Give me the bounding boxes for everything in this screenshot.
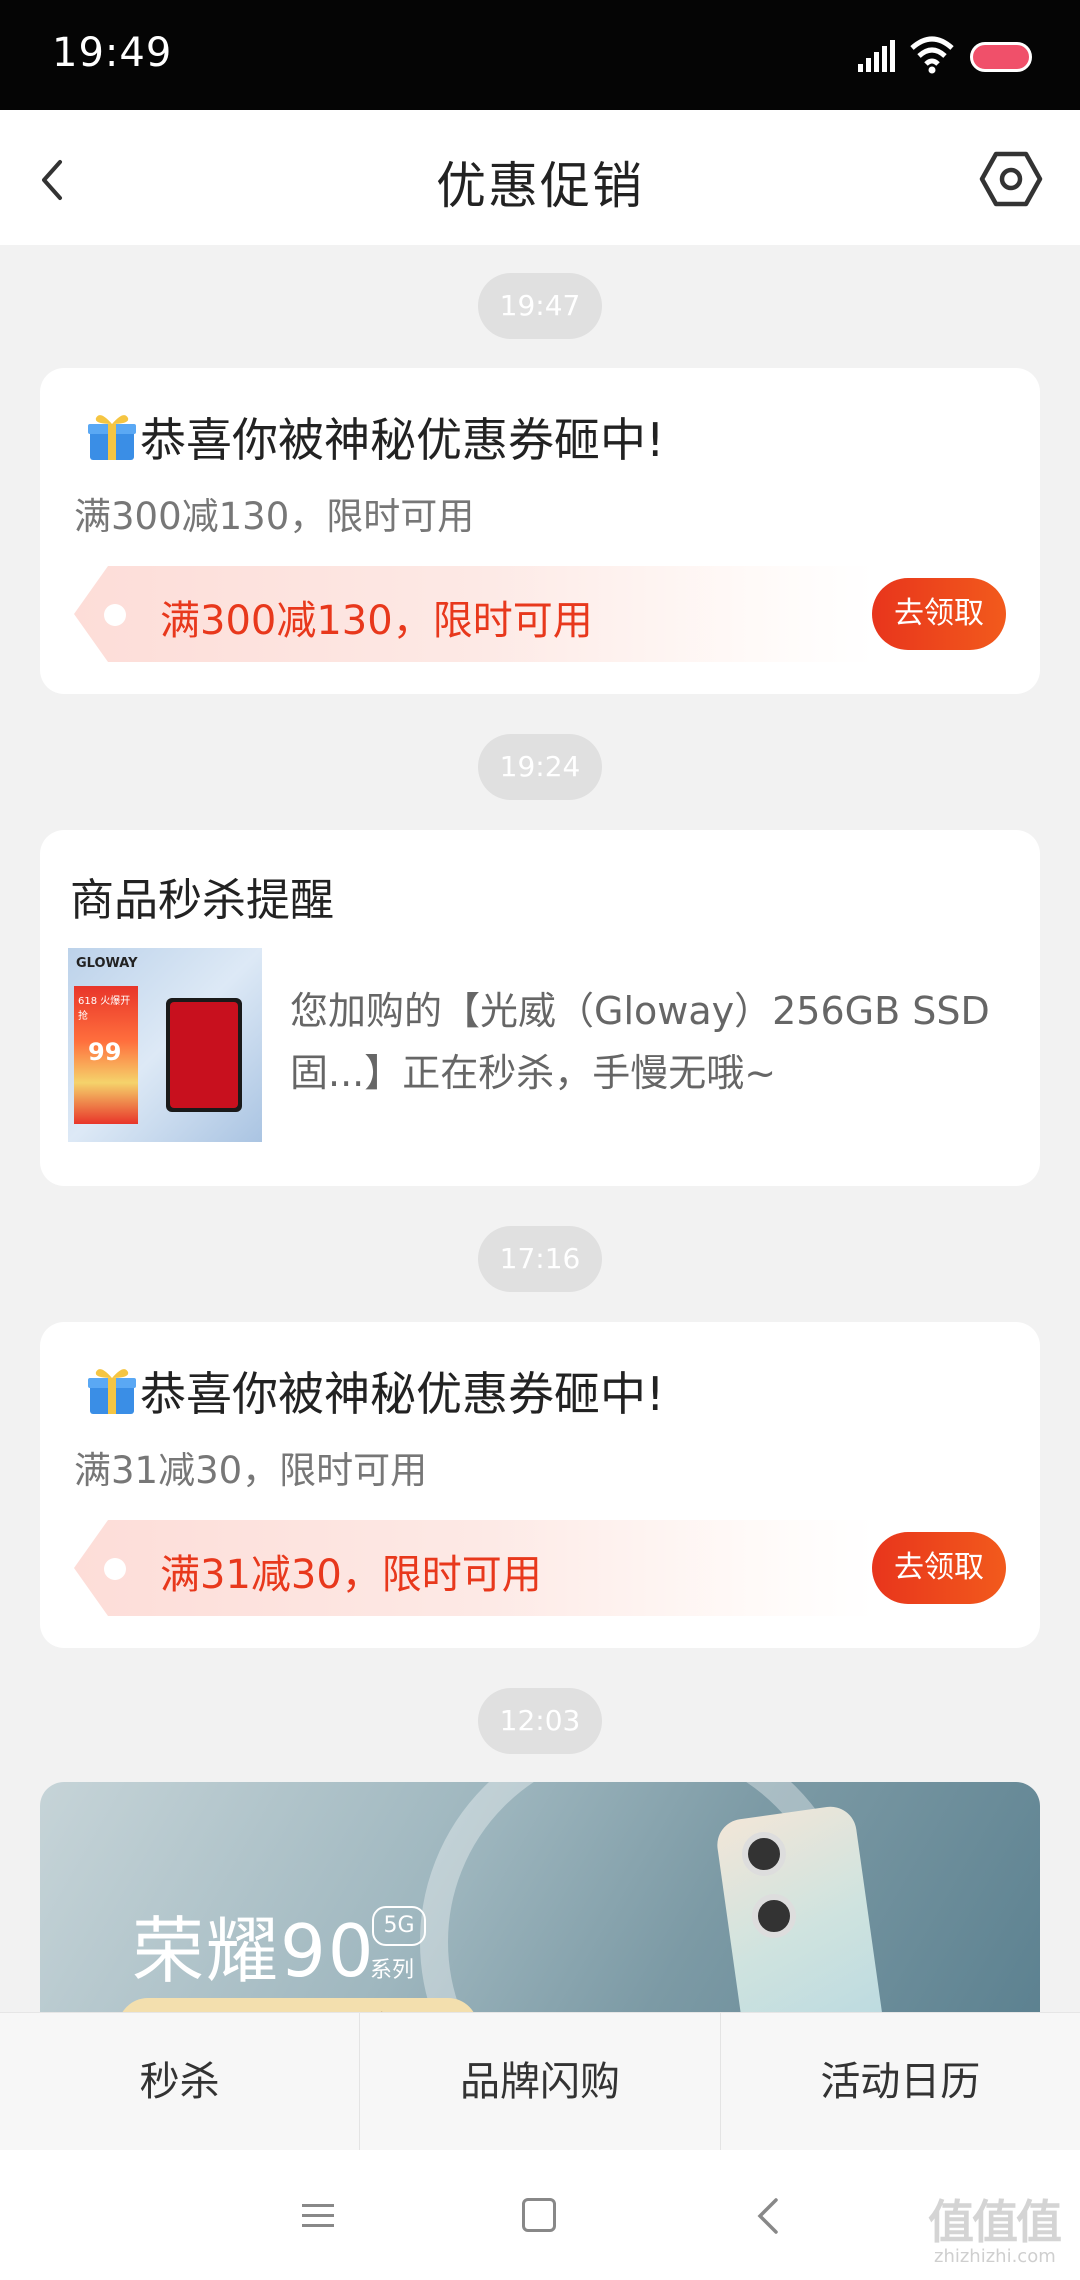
tab-brand-flash[interactable]: 品牌闪购: [360, 2013, 721, 2150]
time-pill: 17:16: [478, 1226, 602, 1292]
home-icon[interactable]: [522, 2198, 556, 2232]
bottom-tab-bar: 秒杀 品牌闪购 活动日历: [0, 2012, 1080, 2150]
signal-icon: [858, 40, 895, 72]
coupon-text: 满300减130，限时可用: [160, 598, 593, 644]
claim-button[interactable]: 去领取: [872, 578, 1006, 650]
thumb-brand: GLOWAY: [76, 956, 138, 971]
card-title: 商品秒杀提醒: [70, 875, 334, 926]
product-description: 您加购的【光威（Gloway）256GB SSD固...】正在秒杀，手慢无哦~: [290, 989, 990, 1095]
tab-event-calendar[interactable]: 活动日历: [721, 2013, 1080, 2150]
nav-header: 优惠促销: [0, 110, 1080, 245]
camera-lens: [742, 1832, 786, 1876]
promo-banner[interactable]: 荣耀90 5G 系列 至高24期免息: [40, 1782, 1040, 2022]
product-thumbnail[interactable]: GLOWAY 618 火爆开抢 99: [68, 948, 262, 1142]
coupon-strip: 满300减130，限时可用: [74, 566, 874, 662]
settings-icon[interactable]: [978, 148, 1044, 210]
gift-icon: [88, 415, 136, 460]
system-back-icon[interactable]: [756, 2196, 780, 2236]
page-title: 优惠促销: [436, 157, 644, 215]
time-pill: 19:24: [478, 734, 602, 800]
battery-icon: [970, 42, 1032, 72]
wifi-icon: [910, 36, 954, 74]
card-title: 恭喜你被神秘优惠券砸中!: [86, 1358, 664, 1424]
card-subtitle: 满300减130，限时可用: [74, 495, 475, 538]
gift-icon: [88, 1369, 136, 1414]
banner-series: 系列: [370, 1958, 415, 1983]
coupon-dot: [104, 1558, 126, 1580]
coupon-card: 恭喜你被神秘优惠券砸中! 满31减30，限时可用 满31减30，限时可用 去领取: [40, 1322, 1040, 1648]
claim-button[interactable]: 去领取: [872, 1532, 1006, 1604]
camera-lens: [752, 1894, 796, 1938]
time-pill: 12:03: [478, 1688, 602, 1754]
card-subtitle: 满31减30，限时可用: [74, 1449, 428, 1492]
menu-icon[interactable]: [300, 2200, 336, 2232]
flash-sale-card[interactable]: 商品秒杀提醒 GLOWAY 618 火爆开抢 99 您加购的【光威（Gloway…: [40, 830, 1040, 1186]
system-nav-bar: [0, 2150, 1080, 2280]
coupon-text: 满31减30，限时可用: [160, 1552, 542, 1598]
banner-5g-badge: 5G: [372, 1906, 426, 1946]
banner-title: 荣耀90: [132, 1909, 376, 1993]
watermark: 值值值: [928, 2195, 1062, 2249]
watermark-url: zhizhizhi.com: [934, 2246, 1056, 2267]
coupon-card: 恭喜你被神秘优惠券砸中! 满300减130，限时可用 满300减130，限时可用…: [40, 368, 1040, 694]
tab-flash-sale[interactable]: 秒杀: [0, 2013, 361, 2150]
thumb-poster: 618 火爆开抢 99: [74, 986, 138, 1124]
ssd-image: [166, 998, 242, 1112]
coupon-dot: [104, 604, 126, 626]
status-bar: 19:49: [0, 0, 1080, 110]
phone-image: [713, 1803, 887, 2022]
time-pill: 19:47: [478, 273, 602, 339]
coupon-strip: 满31减30，限时可用: [74, 1520, 874, 1616]
card-title: 恭喜你被神秘优惠券砸中!: [86, 404, 664, 470]
status-time: 19:49: [52, 30, 173, 76]
